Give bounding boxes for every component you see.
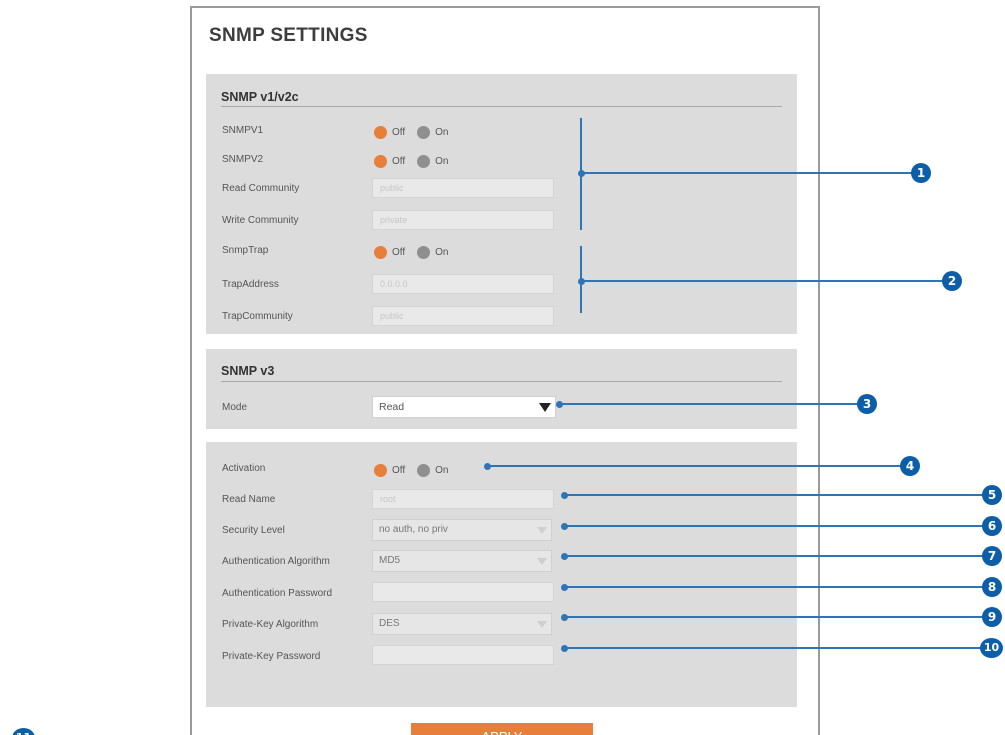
read-name-label: Read Name	[222, 494, 276, 505]
security-level-label: Security Level	[222, 525, 285, 536]
callout-7-badge: 7	[982, 546, 1002, 566]
trap-community-input[interactable]: public	[372, 306, 554, 326]
callout-4-line	[488, 465, 902, 467]
callout-5-badge: 5	[982, 485, 1002, 505]
snmp-v1v2c-section: SNMP v1/v2c SNMPV1 Off On SNMPV2 Off On …	[206, 74, 797, 334]
activation-on-radio[interactable]	[417, 463, 431, 477]
read-name-input[interactable]: root	[372, 489, 554, 509]
write-community-label: Write Community	[222, 215, 299, 226]
trap-address-label: TrapAddress	[222, 279, 279, 290]
callout-7-line	[565, 555, 985, 557]
read-community-label: Read Community	[222, 183, 300, 194]
section-title-v1v2c: SNMP v1/v2c	[221, 90, 299, 104]
snmpv1-radio-group: Off On	[374, 125, 461, 139]
snmpv2-on-radio[interactable]	[417, 154, 431, 168]
activation-on-label: On	[435, 464, 449, 476]
private-key-algorithm-value: DES	[379, 618, 400, 629]
auth-algorithm-label: Authentication Algorithm	[222, 556, 330, 567]
callout-11-badge: 11	[12, 728, 35, 735]
private-key-password-input[interactable]	[372, 645, 554, 665]
section-divider	[221, 381, 782, 382]
snmpv1-off-radio[interactable]	[374, 125, 387, 139]
callout-10-line	[565, 647, 983, 649]
snmp-trap-off-radio[interactable]	[374, 245, 387, 259]
snmp-trap-on-radio[interactable]	[417, 245, 431, 259]
trap-address-input[interactable]: 0.0.0.0	[372, 274, 554, 294]
callout-1-badge: 1	[911, 163, 931, 183]
snmpv2-radio-group: Off On	[374, 154, 461, 168]
callout-3-badge: 3	[857, 394, 877, 414]
security-level-value: no auth, no priv	[379, 524, 448, 535]
write-community-input[interactable]: private	[372, 210, 554, 230]
activation-radio-group: Off On	[374, 463, 461, 477]
auth-password-label: Authentication Password	[222, 588, 333, 599]
private-key-algorithm-label: Private-Key Algorithm	[222, 619, 319, 630]
snmpv1-on-radio[interactable]	[417, 125, 431, 139]
callout-4-badge: 4	[900, 456, 920, 476]
settings-panel: SNMP SETTINGS SNMP v1/v2c SNMPV1 Off On …	[190, 6, 820, 735]
snmpv1-off-label: Off	[392, 126, 406, 138]
activation-label: Activation	[222, 463, 266, 474]
callout-10-badge: 10	[980, 638, 1003, 658]
snmp-v3-user-section: Activation Off On Read Name root Securit…	[206, 442, 797, 707]
callout-5-line	[565, 494, 985, 496]
snmpv2-off-label: Off	[392, 155, 406, 167]
private-key-password-label: Private-Key Password	[222, 651, 321, 662]
callout-8-badge: 8	[982, 577, 1002, 597]
auth-algorithm-value: MD5	[379, 555, 401, 566]
mode-label: Mode	[222, 402, 248, 413]
callout-2-line	[582, 280, 944, 282]
private-key-algorithm-select[interactable]: DES	[372, 613, 552, 635]
security-level-select[interactable]: no auth, no priv	[372, 519, 552, 541]
snmpv2-off-radio[interactable]	[374, 154, 387, 168]
apply-button[interactable]: APPLY	[411, 723, 593, 735]
callout-8-line	[565, 586, 985, 588]
snmp-trap-off-label: Off	[392, 246, 406, 258]
callout-6-line	[565, 525, 985, 527]
snmp-v3-section: SNMP v3 Mode Read	[206, 349, 797, 429]
mode-select-value: Read	[379, 401, 405, 413]
snmp-trap-on-label: On	[435, 246, 449, 258]
activation-off-radio[interactable]	[374, 463, 387, 477]
chevron-down-icon	[537, 527, 547, 534]
callout-1-line	[582, 172, 914, 174]
snmp-trap-label: SnmpTrap	[222, 245, 269, 256]
trap-community-label: TrapCommunity	[222, 311, 293, 322]
callout-6-badge: 6	[982, 516, 1002, 536]
callout-3-line	[560, 403, 860, 405]
snmpv2-label: SNMPV2	[222, 154, 264, 165]
snmpv2-on-label: On	[435, 155, 449, 167]
snmp-trap-radio-group: Off On	[374, 245, 461, 259]
read-community-input[interactable]: public	[372, 178, 554, 198]
callout-2-badge: 2	[942, 271, 962, 291]
page-title: SNMP SETTINGS	[209, 25, 368, 46]
chevron-down-icon	[539, 403, 551, 412]
snmpv1-on-label: On	[435, 126, 449, 138]
chevron-down-icon	[537, 558, 547, 565]
chevron-down-icon	[537, 621, 547, 628]
snmpv1-label: SNMPV1	[222, 125, 264, 136]
auth-algorithm-select[interactable]: MD5	[372, 550, 552, 572]
section-divider	[221, 106, 782, 107]
section-title-v3: SNMP v3	[221, 364, 275, 378]
activation-off-label: Off	[392, 464, 406, 476]
mode-select[interactable]: Read	[372, 396, 556, 418]
auth-password-input[interactable]	[372, 582, 554, 602]
callout-9-badge: 9	[982, 607, 1002, 627]
callout-9-line	[565, 616, 985, 618]
